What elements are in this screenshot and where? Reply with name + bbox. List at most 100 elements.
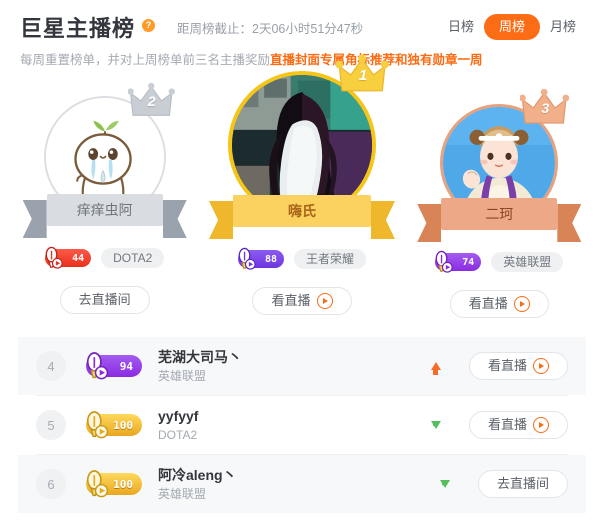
ribbon-tail-right [162, 200, 187, 238]
anchor-info: 芜湖大司马丶 英雄联盟 [158, 348, 425, 385]
trend-indicator [425, 421, 447, 429]
goto-room-button[interactable]: 去直播间 [59, 286, 150, 314]
level-number: 74 [462, 256, 475, 268]
anchor-name: 嗨氏 [233, 195, 371, 227]
goto-room-button[interactable]: 去直播间 [477, 470, 568, 498]
arrow-down-icon [439, 480, 450, 488]
rank-number: 4 [36, 351, 66, 381]
anchor-name[interactable]: 阿冷aleng丶 [158, 466, 434, 484]
action-wrap: 看直播 [252, 287, 352, 315]
microphone-icon [40, 245, 65, 270]
ribbon-tail-right [557, 204, 582, 242]
level-badge: 74 [435, 250, 482, 273]
action-wrap: 去直播间 [59, 286, 150, 314]
watch-live-button[interactable]: 看直播 [468, 411, 568, 439]
level-badge-wrap: 100 [86, 470, 142, 498]
page-header: 巨星主播榜 ? 距周榜截止：2天06小时51分47秒 日榜 周榜 月榜 每周重置… [0, 0, 604, 67]
play-icon [513, 296, 530, 312]
anchor-meta: 74 英雄联盟 [435, 250, 564, 273]
button-label: 看直播 [487, 417, 527, 432]
button-label: 看直播 [487, 358, 527, 373]
level-number: 100 [113, 418, 133, 432]
table-row[interactable]: 5 100 yyfyyf DOTA2 看直播 [18, 396, 586, 454]
anchor-name: 二珂 [441, 198, 558, 230]
tab-monthly[interactable]: 月榜 [540, 14, 586, 40]
button-label: 去直播间 [78, 292, 131, 307]
level-number: 44 [72, 252, 85, 264]
microphone-icon [80, 468, 111, 499]
level-number: 88 [264, 253, 277, 265]
anchor-info: 阿冷aleng丶 英雄联盟 [158, 466, 434, 503]
name-ribbon: 二珂 [417, 198, 582, 242]
crown-rank-number: 3 [541, 100, 550, 116]
button-label: 去直播间 [496, 476, 549, 491]
play-icon [533, 417, 549, 433]
action-wrap: 去直播间 [477, 470, 568, 498]
level-badge: 100 [86, 411, 142, 439]
trend-indicator [434, 480, 456, 488]
game-tag: 英雄联盟 [491, 252, 564, 272]
page-title: 巨星主播榜 [20, 16, 136, 41]
game-tag: DOTA2 [101, 248, 165, 268]
level-badge: 88 [237, 247, 284, 270]
game-name: 英雄联盟 [158, 368, 207, 383]
ribbon-tail-left [22, 200, 47, 238]
trend-indicator [425, 362, 447, 375]
name-ribbon: 嗨氏 [209, 195, 395, 239]
period-tabs: 日榜 周榜 月榜 [438, 14, 586, 40]
countdown-text: 距周榜截止：2天06小时51分47秒 [177, 22, 364, 36]
play-icon [533, 358, 549, 374]
anchor-info: yyfyyf DOTA2 [158, 407, 425, 444]
arrow-down-icon [430, 421, 441, 429]
button-label: 看直播 [271, 293, 311, 308]
ribbon-tail-left [417, 204, 442, 242]
podium-slot-first: 1 嗨氏 88 王者荣耀 看直播 [203, 54, 400, 315]
podium-slot-second: 2 痒痒虫阿 44 DOTA2 去直播间 [6, 62, 203, 314]
microphone-icon [430, 249, 455, 274]
arrow-up-icon [430, 362, 441, 375]
crown-rank-number: 2 [147, 93, 156, 109]
watch-live-button[interactable]: 看直播 [449, 290, 549, 318]
table-row[interactable]: 6 100 阿冷aleng丶 英雄联盟 去直播间 [18, 455, 586, 513]
crown-rank-number: 1 [358, 67, 368, 84]
watch-live-button[interactable]: 看直播 [468, 352, 568, 380]
watch-live-button[interactable]: 看直播 [252, 287, 352, 315]
level-badge-wrap: 94 [86, 352, 142, 380]
crown-icon: 2 [127, 82, 176, 120]
ribbon-tail-left [209, 201, 233, 239]
microphone-icon [80, 350, 111, 381]
action-wrap: 看直播 [468, 352, 568, 380]
star-anchor-ranking-page: 巨星主播榜 ? 距周榜截止：2天06小时51分47秒 日榜 周榜 月榜 每周重置… [0, 0, 604, 532]
level-badge: 100 [86, 470, 142, 498]
level-number: 100 [113, 477, 133, 491]
action-wrap: 看直播 [468, 411, 568, 439]
action-wrap: 看直播 [449, 290, 549, 318]
tab-weekly[interactable]: 周榜 [483, 14, 540, 40]
tab-daily[interactable]: 日榜 [438, 14, 484, 40]
game-name: 英雄联盟 [158, 486, 207, 501]
crown-icon: 1 [336, 54, 390, 96]
game-tag: 王者荣耀 [293, 249, 366, 269]
table-row[interactable]: 4 94 芜湖大司马丶 英雄联盟 看直播 [18, 337, 586, 395]
level-badge: 94 [86, 352, 142, 380]
anchor-name[interactable]: 芜湖大司马丶 [158, 348, 425, 366]
rank-number: 6 [36, 469, 66, 499]
question-mark-icon[interactable]: ? [142, 18, 156, 32]
anchor-name[interactable]: yyfyyf [158, 407, 425, 425]
anchor-name: 痒痒虫阿 [46, 194, 163, 226]
level-badge: 44 [45, 246, 92, 269]
microphone-icon [80, 409, 111, 440]
ribbon-tail-right [371, 201, 395, 239]
level-number: 94 [119, 359, 133, 373]
anchor-meta: 44 DOTA2 [45, 246, 165, 269]
podium: 2 痒痒虫阿 44 DOTA2 去直播间 1 嗨氏 88 王者荣耀 看直播 3 … [0, 54, 604, 337]
anchor-meta: 88 王者荣耀 [237, 247, 366, 270]
game-name: DOTA2 [158, 427, 198, 442]
crown-icon: 3 [520, 88, 570, 128]
play-icon [316, 293, 333, 309]
level-badge-wrap: 100 [86, 411, 142, 439]
button-label: 看直播 [468, 296, 508, 311]
name-ribbon: 痒痒虫阿 [22, 194, 187, 238]
microphone-icon [233, 246, 258, 271]
podium-slot-third: 3 二珂 74 英雄联盟 看直播 [401, 62, 598, 318]
